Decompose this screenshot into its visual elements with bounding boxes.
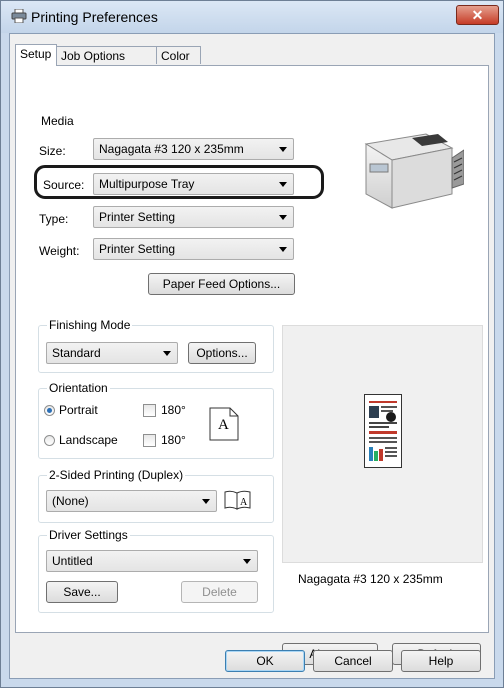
source-highlight-outline (34, 165, 324, 199)
type-label: Type: (39, 212, 69, 226)
duplex-value: (None) (52, 494, 89, 508)
tab-color[interactable]: Color (156, 46, 201, 64)
driver-settings-value: Untitled (52, 554, 93, 568)
orientation-label: Orientation (47, 381, 110, 395)
close-button[interactable]: ✕ (456, 5, 499, 25)
tab-setup[interactable]: Setup (15, 44, 57, 66)
portrait-rotate-180-label: 180° (161, 403, 186, 417)
weight-value: Printer Setting (99, 242, 176, 256)
finishing-mode-value: Standard (52, 346, 101, 360)
size-dropdown[interactable]: Nagagata #3 120 x 235mm (93, 138, 294, 160)
booklet-icon: A (224, 490, 251, 510)
dropdown-arrow-icon (243, 559, 251, 564)
portrait-page-icon: A (209, 407, 239, 441)
landscape-rotate-180-checkbox[interactable] (143, 434, 156, 447)
page-preview-pane (282, 325, 483, 563)
landscape-label: Landscape (59, 433, 118, 447)
finishing-mode-label: Finishing Mode (47, 318, 133, 332)
size-value: Nagagata #3 120 x 235mm (99, 142, 244, 156)
finishing-options-button[interactable]: Options... (188, 342, 256, 364)
dropdown-arrow-icon (279, 147, 287, 152)
printer-device-image (364, 133, 464, 209)
page-letter: A (218, 417, 229, 433)
weight-label: Weight: (39, 244, 80, 258)
help-button[interactable]: Help (401, 650, 481, 672)
duplex-label: 2-Sided Printing (Duplex) (47, 468, 186, 482)
weight-dropdown[interactable]: Printer Setting (93, 238, 294, 260)
window-title: Printing Preferences (31, 9, 158, 25)
type-dropdown[interactable]: Printer Setting (93, 206, 294, 228)
ok-button[interactable]: OK (225, 650, 305, 672)
paper-feed-options-button[interactable]: Paper Feed Options... (148, 273, 295, 295)
title-bar[interactable]: Printing Preferences ✕ (1, 1, 503, 33)
landscape-rotate-180-label: 180° (161, 433, 186, 447)
dropdown-arrow-icon (279, 247, 287, 252)
page-preview-thumbnail (364, 394, 402, 468)
portrait-rotate-180-checkbox[interactable] (143, 404, 156, 417)
driver-settings-label: Driver Settings (47, 528, 130, 542)
svg-text:A: A (240, 497, 248, 508)
dialog-client-area: Setup Job Options Color Media Size: Naga… (9, 33, 495, 679)
dropdown-arrow-icon (202, 499, 210, 504)
cancel-button[interactable]: Cancel (313, 650, 393, 672)
landscape-radio[interactable] (44, 435, 55, 446)
dropdown-arrow-icon (163, 351, 171, 356)
dropdown-arrow-icon (279, 215, 287, 220)
setup-tab-panel: Media Size: Nagagata #3 120 x 235mm Sour… (15, 65, 489, 665)
portrait-radio[interactable] (44, 405, 55, 416)
printing-preferences-window: Printing Preferences ✕ Setup Job Options… (0, 0, 504, 688)
tab-job-options[interactable]: Job Options (56, 46, 157, 64)
finishing-mode-dropdown[interactable]: Standard (46, 342, 178, 364)
driver-settings-dropdown[interactable]: Untitled (46, 550, 258, 572)
duplex-dropdown[interactable]: (None) (46, 490, 217, 512)
close-icon: ✕ (471, 7, 484, 23)
size-label: Size: (39, 144, 66, 158)
preview-caption: Nagagata #3 120 x 235mm (298, 572, 443, 586)
type-value: Printer Setting (99, 210, 176, 224)
media-group-label: Media (39, 114, 76, 128)
portrait-label: Portrait (59, 403, 98, 417)
printer-icon (11, 9, 27, 23)
save-settings-button[interactable]: Save... (46, 581, 118, 603)
delete-settings-button[interactable]: Delete (181, 581, 258, 603)
